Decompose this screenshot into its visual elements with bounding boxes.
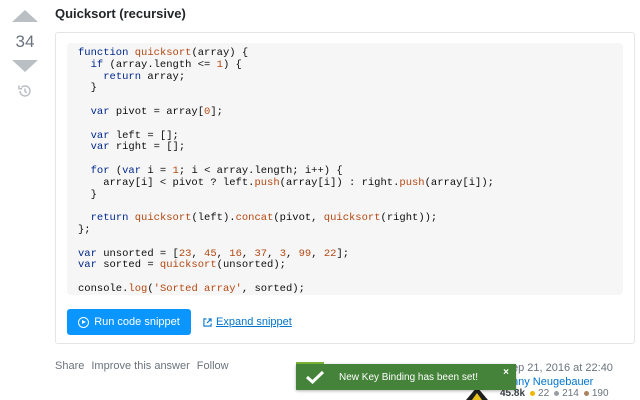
expand-snippet-link[interactable]: Expand snippet — [203, 316, 292, 328]
history-icon[interactable] — [17, 83, 33, 99]
code-line: array[i] < pivot ? left.push(array[i]) :… — [78, 176, 494, 189]
downvote-icon[interactable] — [12, 60, 38, 72]
code-line: } — [90, 82, 97, 95]
bronze-badge-count: 190 — [591, 388, 609, 399]
user-reputation: 45.8k 22 214 190 — [500, 388, 609, 399]
code-block: function quicksort(array) { if (array.le… — [67, 43, 623, 295]
improve-answer-link[interactable]: Improve this answer — [91, 360, 189, 372]
answer-heading: Quicksort (recursive) — [55, 6, 186, 21]
silver-badge-icon — [554, 391, 560, 396]
code-line: var left = []; — [90, 129, 179, 142]
expand-snippet-label: Expand snippet — [216, 316, 292, 328]
run-code-snippet-button[interactable]: Run code snippet — [67, 309, 191, 335]
answered-date: ep 21, 2016 at 22:40 — [512, 362, 613, 374]
code-line: return array; — [103, 70, 186, 83]
code-line: } — [90, 188, 97, 201]
code-line: return quicksort(left).concat(pivot, qui… — [90, 212, 438, 225]
gold-badge-count: 22 — [538, 388, 550, 399]
code-line: var right = []; — [90, 141, 186, 154]
upvote-icon[interactable] — [12, 10, 38, 22]
code-line: }; — [78, 223, 91, 236]
external-link-icon — [203, 317, 212, 327]
run-button-label: Run code snippet — [94, 316, 180, 328]
code-snippet: function quicksort(array) { if (array.le… — [55, 32, 635, 344]
code-line: var unsorted = [23, 45, 16, 37, 3, 99, 2… — [78, 247, 350, 260]
checkmark-icon — [305, 370, 325, 384]
toast-message: New Key Binding has been set! — [339, 371, 478, 383]
close-toast-button[interactable]: × — [503, 367, 509, 378]
code-line: for (var i = 1; i < array.length; i++) { — [90, 164, 343, 177]
code-line: function quicksort(array) { — [78, 47, 249, 59]
bronze-badge-icon — [583, 391, 589, 396]
follow-link[interactable]: Follow — [197, 360, 229, 372]
code-line: console.log('Sorted array', sorted); — [78, 282, 305, 295]
play-icon — [78, 316, 90, 328]
share-link[interactable]: Share — [55, 360, 84, 372]
code-line: if (array.length <= 1) { — [90, 58, 242, 71]
notification-toast: New Key Binding has been set! × — [296, 364, 516, 390]
post-actions: Share Improve this answer Follow — [55, 360, 229, 372]
code-line: var sorted = quicksort(unsorted); — [78, 259, 286, 272]
code-line: var pivot = array[0]; — [90, 105, 223, 118]
gold-badge-icon — [530, 391, 536, 396]
user-name-link[interactable]: nny Neugebauer — [512, 376, 593, 388]
silver-badge-count: 214 — [562, 388, 579, 399]
vote-count: 34 — [15, 32, 35, 51]
